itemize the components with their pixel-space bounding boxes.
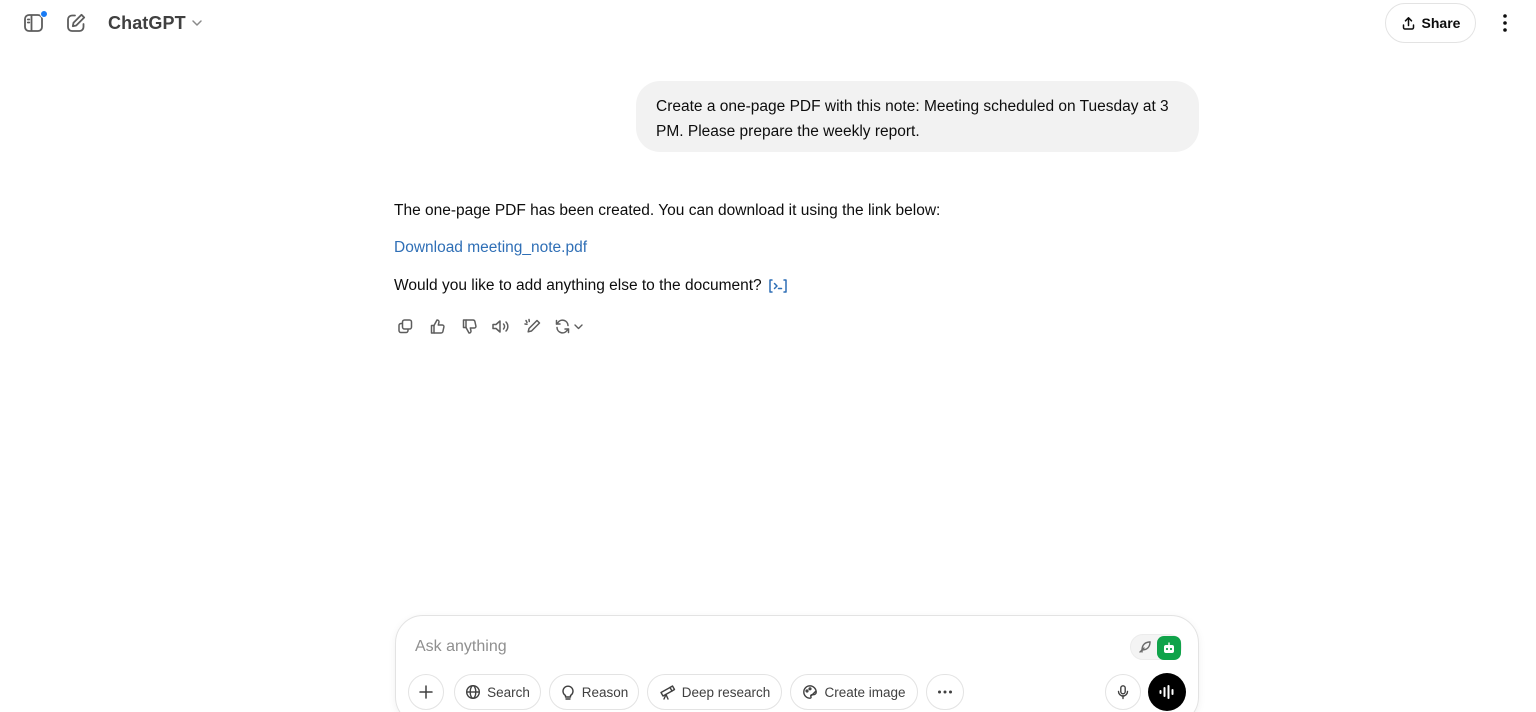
attach-button[interactable] [408,674,444,710]
composer: Search Reason Deep research Create image [395,615,1199,712]
chevron-down-icon [190,16,204,30]
voice-waveform-icon [1158,684,1176,700]
edit-canvas-icon[interactable] [522,315,544,337]
chevron-down-icon [574,323,583,329]
create-image-label: Create image [824,684,906,700]
plus-icon [418,684,434,700]
share-icon [1401,16,1416,31]
telescope-icon [659,684,676,700]
assistant-question: Would you like to add anything else to t… [394,277,788,295]
regenerate-icon[interactable] [554,315,590,337]
thumbs-down-icon[interactable] [458,315,480,337]
code-interpreter-icon[interactable] [768,278,788,294]
assistant-question-text: Would you like to add anything else to t… [394,277,762,294]
palette-icon [802,684,818,700]
search-label: Search [487,684,530,700]
extension-toggle[interactable] [1130,634,1182,660]
more-vertical-icon[interactable] [1494,11,1516,35]
feather-icon [1138,640,1152,654]
new-chat-icon[interactable] [62,10,90,36]
download-pdf-link[interactable]: Download meeting_note.pdf [394,239,587,257]
globe-icon [465,684,481,700]
copy-icon[interactable] [394,315,416,337]
assistant-paragraph: The one-page PDF has been created. You c… [394,202,941,219]
user-message-text: Create a one-page PDF with this note: Me… [656,98,1169,140]
more-tools-button[interactable] [926,674,964,710]
reason-button[interactable]: Reason [549,674,639,710]
share-button[interactable]: Share [1385,3,1476,43]
notification-dot [40,10,48,18]
voice-mode-button[interactable] [1148,673,1186,711]
dictate-button[interactable] [1105,674,1141,710]
sidebar-toggle-icon[interactable] [20,10,48,36]
microphone-icon [1115,684,1131,700]
deep-research-button[interactable]: Deep research [647,674,782,710]
model-switcher[interactable]: ChatGPT [108,10,204,36]
model-name: ChatGPT [108,12,186,33]
read-aloud-icon[interactable] [490,315,512,337]
share-label: Share [1421,15,1461,31]
create-image-button[interactable]: Create image [790,674,918,710]
reason-label: Reason [581,684,629,700]
top-bar: ChatGPT Share [0,0,1536,46]
thumbs-up-icon[interactable] [426,315,448,337]
lightbulb-icon [560,684,576,700]
more-horizontal-icon [937,690,953,694]
search-button[interactable]: Search [454,674,541,710]
prompt-input[interactable] [415,634,1095,660]
message-actions [394,315,590,337]
deep-research-label: Deep research [681,684,771,700]
bot-extension-icon [1157,636,1181,660]
user-message-bubble: Create a one-page PDF with this note: Me… [636,81,1199,152]
